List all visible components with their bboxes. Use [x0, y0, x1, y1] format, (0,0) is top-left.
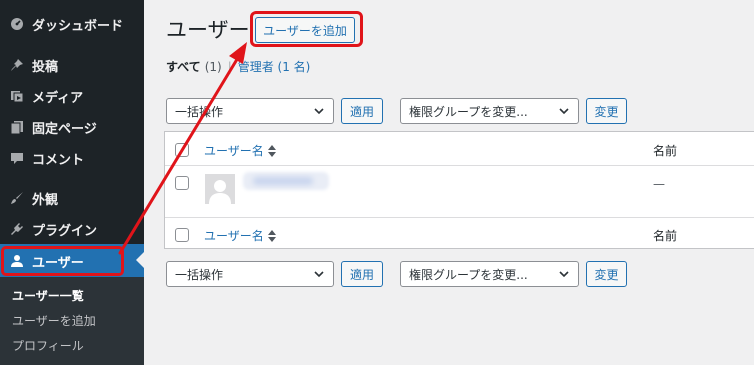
role-change-select-bottom-value: 権限グループを変更...: [409, 267, 528, 282]
change-button-bottom[interactable]: 変更: [586, 261, 627, 287]
users-table: ユーザー名 名前 — ユーザー名 名前: [164, 131, 754, 249]
menu-appearance[interactable]: 外観: [0, 181, 144, 215]
avatar: [205, 174, 235, 204]
bulk-action-select-bottom[interactable]: 一括操作: [166, 261, 334, 287]
filter-admin-link[interactable]: 管理者 (1 名): [238, 58, 311, 75]
media-icon: [10, 89, 24, 103]
bulk-action-select-top[interactable]: 一括操作: [166, 98, 334, 124]
column-header-username[interactable]: ユーザー名: [204, 142, 276, 159]
user-icon: [10, 254, 24, 268]
pin-icon: [10, 58, 24, 72]
chevron-down-icon: [314, 271, 324, 278]
change-button-top[interactable]: 変更: [586, 98, 627, 124]
row-checkbox[interactable]: [175, 176, 189, 190]
menu-plugins[interactable]: プラグイン: [0, 212, 144, 246]
select-all-checkbox-top[interactable]: [175, 143, 189, 157]
menu-pages[interactable]: 固定ページ: [0, 110, 144, 144]
menu-dashboard[interactable]: ダッシュボード: [0, 7, 144, 41]
menu-appearance-label: 外観: [32, 192, 59, 208]
menu-media[interactable]: メディア: [0, 79, 144, 113]
sort-icon: [267, 229, 276, 242]
filter-all-link[interactable]: すべて: [166, 58, 201, 75]
bulk-action-select-top-value: 一括操作: [175, 104, 224, 119]
active-menu-indicator: [136, 252, 144, 268]
dashboard-icon: [10, 17, 24, 31]
column-footer-name: 名前: [653, 229, 678, 243]
menu-pages-label: 固定ページ: [32, 121, 97, 137]
submenu-profile[interactable]: プロフィール: [12, 337, 84, 354]
role-filter-links: すべて (1) | 管理者 (1 名): [166, 58, 310, 75]
filter-all-count: (1): [204, 59, 222, 74]
menu-posts[interactable]: 投稿: [0, 48, 144, 82]
column-header-username-label: ユーザー名: [204, 144, 264, 158]
add-new-user-button[interactable]: ユーザーを追加: [255, 17, 355, 43]
column-header-name: 名前: [653, 144, 678, 158]
bulk-action-select-bottom-value: 一括操作: [175, 267, 224, 282]
menu-users[interactable]: ユーザー: [0, 244, 144, 278]
sort-icon: [267, 144, 276, 157]
menu-dashboard-label: ダッシュボード: [32, 18, 124, 34]
brush-icon: [10, 191, 24, 205]
role-change-select-bottom[interactable]: 権限グループを変更...: [400, 261, 579, 287]
menu-posts-label: 投稿: [32, 59, 59, 75]
column-footer-username-label: ユーザー名: [204, 229, 264, 243]
page-title: ユーザー: [166, 18, 250, 42]
apply-button-bottom[interactable]: 適用: [341, 261, 383, 287]
menu-media-label: メディア: [32, 90, 84, 106]
submenu-all-users[interactable]: ユーザー一覧: [12, 287, 84, 304]
page-icon: [10, 120, 24, 134]
menu-comments[interactable]: コメント: [0, 141, 144, 175]
role-change-select-top-value: 権限グループを変更...: [409, 104, 528, 119]
plugin-icon: [10, 222, 24, 236]
table-divider: [165, 217, 754, 218]
select-all-checkbox-bottom[interactable]: [175, 228, 189, 242]
admin-sidebar: ダッシュボード 投稿 メディア 固定ページ コメント 外観 プラグイン ユーザー…: [0, 0, 144, 365]
chevron-down-icon: [314, 108, 324, 115]
chevron-down-icon: [559, 271, 569, 278]
apply-button-top[interactable]: 適用: [341, 98, 383, 124]
row-name-value: —: [653, 177, 665, 191]
table-divider: [165, 165, 754, 166]
submenu-add-user[interactable]: ユーザーを追加: [12, 312, 96, 329]
column-footer-username[interactable]: ユーザー名: [204, 227, 276, 244]
users-submenu: ユーザー一覧 ユーザーを追加 プロフィール: [0, 277, 144, 365]
menu-plugins-label: プラグイン: [32, 223, 98, 239]
filter-separator: |: [227, 59, 232, 74]
role-change-select-top[interactable]: 権限グループを変更...: [400, 98, 579, 124]
menu-users-label: ユーザー: [32, 255, 84, 271]
comment-icon: [10, 151, 24, 165]
username-link-redacted[interactable]: [243, 172, 329, 190]
chevron-down-icon: [559, 108, 569, 115]
menu-comments-label: コメント: [32, 152, 85, 168]
